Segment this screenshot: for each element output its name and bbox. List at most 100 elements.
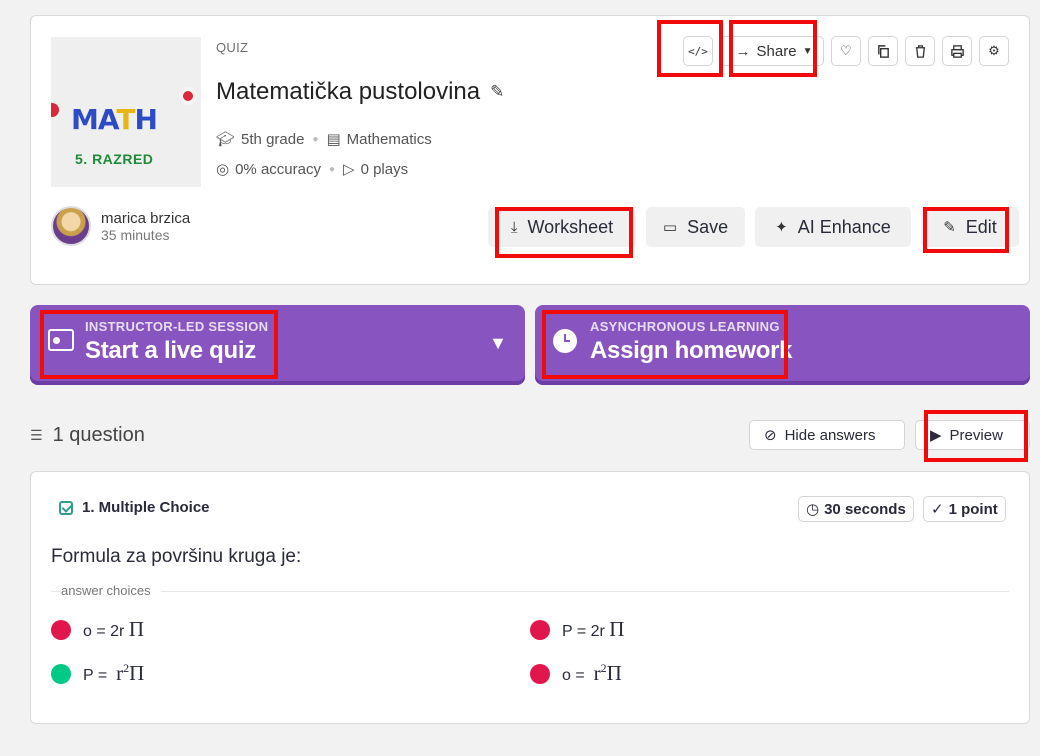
answer-choice: P = 2r Π bbox=[530, 617, 624, 642]
author-info: marica brzica 35 minutes bbox=[51, 206, 190, 246]
presentation-icon bbox=[48, 329, 74, 351]
trash-icon bbox=[915, 44, 925, 58]
code-icon: </> bbox=[688, 44, 708, 58]
like-button[interactable]: ♡ bbox=[831, 36, 861, 66]
play-icon: ▶ bbox=[930, 427, 942, 444]
hide-answers-label: Hide answers bbox=[784, 426, 876, 444]
live-session-title: Start a live quiz bbox=[85, 337, 256, 364]
assign-homework-card[interactable]: ASYNCHRONOUS LEARNING Assign homework bbox=[535, 305, 1030, 385]
graduation-cap-icon: 🎓︎ bbox=[216, 131, 236, 148]
embed-code-button[interactable]: </> bbox=[683, 36, 713, 66]
points-label: 1 point bbox=[948, 500, 998, 518]
share-arrow-icon: → bbox=[735, 42, 751, 60]
grade-label: 5th grade bbox=[241, 130, 305, 148]
save-label: Save bbox=[687, 216, 729, 237]
copy-icon bbox=[877, 44, 889, 58]
save-button[interactable]: ▭ Save bbox=[646, 207, 745, 247]
clock-icon: ◷ bbox=[806, 501, 820, 518]
incorrect-indicator bbox=[530, 619, 550, 640]
choice-text: o = 2r Π bbox=[83, 617, 144, 641]
live-session-subtitle: INSTRUCTOR-LED SESSION bbox=[85, 319, 269, 334]
delete-button[interactable] bbox=[905, 36, 935, 66]
target-icon: ◎ bbox=[216, 161, 230, 178]
quiz-header-card: MATH 5. RAZRED QUIZ Matematička pustolov… bbox=[30, 15, 1030, 285]
caret-down-icon: ▼ bbox=[802, 45, 813, 57]
book-icon: ▤ bbox=[326, 131, 341, 148]
choice-text: P = r2Π bbox=[83, 661, 145, 685]
duplicate-button[interactable] bbox=[868, 36, 898, 66]
answer-choices-label: answer choices bbox=[61, 583, 161, 598]
author-text: marica brzica 35 minutes bbox=[101, 210, 190, 243]
incorrect-indicator bbox=[530, 663, 550, 684]
thumbnail-decor bbox=[179, 87, 197, 105]
points-badge[interactable]: ✓ 1 point bbox=[923, 496, 1006, 522]
quiz-meta-row: 🎓︎ 5th grade ● ▤ Mathematics bbox=[216, 130, 432, 149]
thumbnail-decor bbox=[51, 103, 59, 117]
worksheet-button[interactable]: ⤓ Worksheet bbox=[488, 207, 636, 247]
eye-slash-icon: ⊘ bbox=[764, 427, 777, 444]
divider bbox=[51, 591, 1009, 592]
time-limit-badge[interactable]: ◷ 30 seconds bbox=[798, 496, 914, 522]
subject-label: Mathematics bbox=[346, 130, 432, 148]
heart-icon: ♡ bbox=[840, 43, 852, 58]
choice-text: o = r2Π bbox=[562, 661, 622, 685]
quiz-stats-row: ◎ 0% accuracy ● ▷ 0 plays bbox=[216, 160, 409, 179]
answer-choice: o = 2r Π bbox=[51, 617, 144, 642]
quiz-thumbnail: MATH 5. RAZRED bbox=[51, 37, 201, 187]
separator-dot: ● bbox=[312, 133, 319, 145]
action-buttons: ⤓ Worksheet ▭ Save ✦ AI Enhance ✎ Edit bbox=[488, 207, 1019, 247]
author-name[interactable]: marica brzica bbox=[101, 210, 190, 227]
clock-icon bbox=[553, 329, 577, 353]
share-label: Share bbox=[756, 42, 797, 60]
start-live-quiz-card[interactable]: INSTRUCTOR-LED SESSION Start a live quiz… bbox=[30, 305, 525, 385]
question-type: 1. Multiple Choice bbox=[59, 499, 210, 516]
question-card: 1. Multiple Choice ◷ 30 seconds ✓ 1 poin… bbox=[30, 471, 1030, 724]
choice-text: P = 2r Π bbox=[562, 617, 625, 641]
folder-icon: ▭ bbox=[662, 219, 678, 236]
quiz-type-label: QUIZ bbox=[216, 40, 249, 55]
download-icon: ⤓ bbox=[510, 218, 518, 236]
answer-choice: P = r2Π bbox=[51, 661, 144, 686]
play-outline-icon: ▷ bbox=[343, 161, 355, 178]
separator-dot: ● bbox=[328, 163, 336, 175]
thumbnail-caption: 5. RAZRED bbox=[75, 151, 154, 167]
top-toolbar: </> → Share ▼ ♡ ⚙ bbox=[683, 36, 1009, 66]
preview-label: Preview bbox=[949, 426, 1003, 444]
print-button[interactable] bbox=[942, 36, 972, 66]
ai-enhance-label: AI Enhance bbox=[797, 216, 891, 237]
incorrect-indicator bbox=[51, 619, 71, 640]
avatar[interactable] bbox=[51, 206, 91, 246]
correct-indicator bbox=[51, 663, 71, 684]
preview-button[interactable]: ▶ Preview bbox=[915, 420, 1030, 450]
accuracy-label: 0% accuracy bbox=[235, 160, 321, 178]
question-count-label: 1 question bbox=[52, 424, 145, 446]
edit-title-pencil-icon[interactable]: ✎ bbox=[490, 82, 504, 102]
caret-down-icon[interactable]: ▼ bbox=[489, 333, 507, 354]
quiz-title: Matematička pustolovina bbox=[216, 78, 481, 105]
edit-label: Edit bbox=[965, 216, 997, 237]
checkbox-icon bbox=[59, 500, 73, 515]
edit-button[interactable]: ✎ Edit bbox=[921, 207, 1019, 247]
time-limit-label: 30 seconds bbox=[824, 500, 906, 518]
worksheet-label: Worksheet bbox=[527, 216, 614, 237]
print-icon bbox=[950, 44, 964, 58]
ai-enhance-button[interactable]: ✦ AI Enhance bbox=[755, 207, 911, 247]
answer-choice: o = r2Π bbox=[530, 661, 622, 686]
thumbnail-math-text: MATH bbox=[71, 103, 158, 136]
sparkle-icon: ✦ bbox=[775, 219, 788, 236]
edit-icon: ✎ bbox=[943, 219, 956, 236]
settings-icon: ⚙ bbox=[988, 43, 1000, 58]
plays-label: 0 plays bbox=[360, 160, 409, 178]
author-time: 35 minutes bbox=[101, 226, 170, 243]
question-text: Formula za površinu kruga je: bbox=[51, 546, 302, 567]
page-title: Matematička pustolovina ✎ bbox=[216, 78, 504, 106]
homework-title: Assign homework bbox=[590, 337, 793, 364]
settings-button[interactable]: ⚙ bbox=[979, 36, 1009, 66]
check-circle-icon: ✓ bbox=[931, 501, 944, 518]
homework-subtitle: ASYNCHRONOUS LEARNING bbox=[590, 319, 780, 334]
list-check-icon: ☰ bbox=[30, 427, 43, 443]
question-type-label: 1. Multiple Choice bbox=[82, 499, 210, 516]
share-button[interactable]: → Share ▼ bbox=[720, 36, 824, 66]
question-count: ☰ 1 question bbox=[30, 424, 145, 447]
hide-answers-button[interactable]: ⊘ Hide answers bbox=[749, 420, 905, 450]
